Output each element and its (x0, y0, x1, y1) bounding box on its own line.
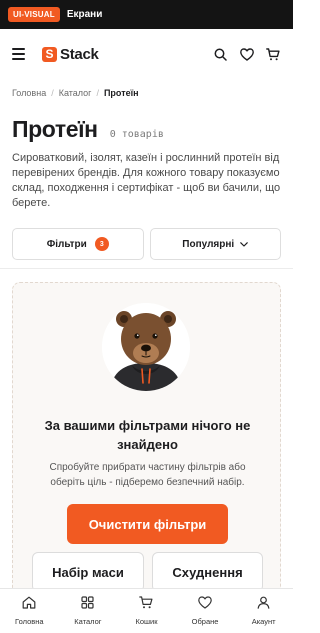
breadcrumb: Головна / Каталог / Протеїн (12, 88, 139, 98)
cart-icon[interactable] (264, 46, 281, 63)
screens-title: Екрани (66, 9, 103, 20)
page-title: Протеїн (12, 116, 98, 142)
active-filters-badge: 3 (94, 237, 109, 251)
nav-favorites-label: Обране (191, 617, 219, 626)
nav-home[interactable]: Головна (0, 589, 59, 633)
breadcrumb-current: Протеїн (103, 88, 139, 98)
site-header: S Stack (0, 37, 293, 71)
title-row: Протеїн 0 товарів (12, 116, 164, 143)
nav-home-label: Головна (15, 617, 44, 626)
nav-account-label: Акаунт (251, 617, 276, 626)
menu-icon[interactable] (12, 43, 34, 65)
user-icon (257, 596, 270, 614)
clear-filters-button[interactable]: Очистити фільтри (67, 504, 228, 544)
sort-select[interactable]: Популярні (149, 228, 281, 260)
nav-catalog-label: Каталог (74, 617, 102, 626)
empty-state-card: За вашими фільтрами нічого не знайдено С… (12, 282, 281, 612)
breadcrumb-separator: / (96, 88, 99, 98)
bottom-navigation: Головна Каталог Кошик Обране Акаунт (0, 588, 293, 633)
logo-mark: S (42, 46, 57, 62)
bear-mascot-image (102, 303, 190, 391)
nav-favorites[interactable]: Обране (176, 589, 235, 633)
search-icon[interactable] (212, 46, 229, 63)
nav-account[interactable]: Акаунт (234, 589, 293, 633)
category-description: Сироватковий, ізолят, казеїн і рослинний… (12, 152, 281, 209)
sort-label: Популярні (182, 238, 235, 250)
logo[interactable]: S Stack (42, 46, 99, 63)
top-bar: UI-VISUAL Екрани (0, 0, 293, 29)
filters-button[interactable]: Фільтри 3 (12, 228, 144, 260)
nav-cart[interactable]: Кошик (117, 589, 176, 633)
goal-mass-gain-button[interactable]: Набір маси (32, 552, 144, 592)
breadcrumb-separator: / (51, 88, 54, 98)
grid-icon (81, 596, 94, 614)
empty-state-text: Спробуйте прибрати частину фільтрів або … (49, 462, 246, 488)
breadcrumb-home[interactable]: Головна (12, 88, 46, 98)
cart-icon (139, 596, 153, 614)
heart-icon (198, 596, 212, 614)
filters-label: Фільтри (46, 238, 87, 250)
heart-icon[interactable] (238, 46, 255, 63)
divider (0, 268, 293, 269)
empty-state-title: За вашими фільтрами нічого не знайдено (44, 418, 251, 452)
nav-cart-label: Кошик (135, 617, 158, 626)
goal-weight-loss-button[interactable]: Схуднення (152, 552, 263, 592)
breadcrumb-catalog[interactable]: Каталог (59, 88, 92, 98)
product-count: 0 товарів (109, 129, 164, 140)
chevron-down-icon (240, 239, 248, 250)
logo-text: Stack (60, 45, 99, 63)
home-icon (22, 596, 36, 614)
filter-toolbar: Фільтри 3 Популярні (12, 228, 281, 260)
ui-visual-badge: UI-VISUAL (8, 7, 60, 22)
nav-catalog[interactable]: Каталог (59, 589, 118, 633)
